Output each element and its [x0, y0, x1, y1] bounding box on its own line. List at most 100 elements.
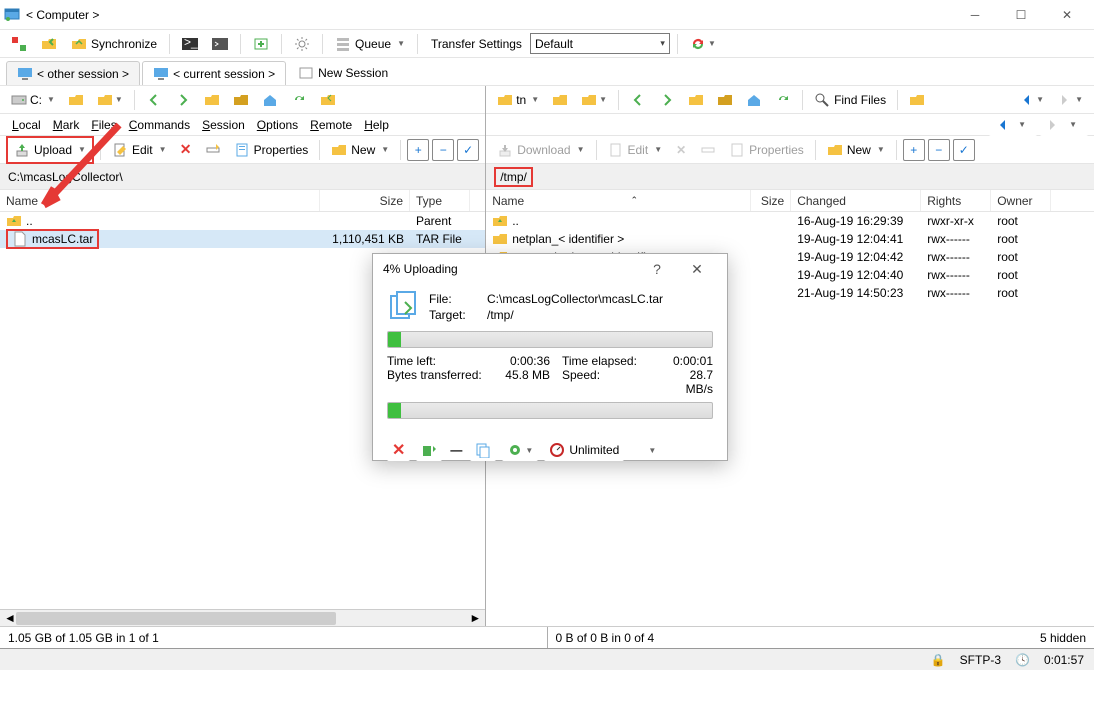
menu-mark[interactable]: Mark: [47, 116, 86, 134]
close-button[interactable]: ✕: [1044, 0, 1090, 30]
file-name: ..: [512, 214, 519, 228]
list-item[interactable]: ..16-Aug-19 16:29:39rwxr-xr-xroot: [486, 212, 1094, 230]
list-item[interactable]: netplan_< identifier >19-Aug-19 12:04:41…: [486, 230, 1094, 248]
plus-icon[interactable]: +: [407, 139, 429, 161]
download-button[interactable]: Download ▼: [492, 139, 589, 161]
file-owner: root: [991, 232, 1051, 246]
add-icon[interactable]: [248, 33, 274, 55]
next-dir-icon[interactable]: ▼: [1052, 89, 1088, 111]
rename-icon[interactable]: [200, 139, 226, 161]
remote-rename-icon[interactable]: [695, 139, 721, 161]
menu-help[interactable]: Help: [358, 116, 395, 134]
menu-files[interactable]: Files: [85, 116, 122, 134]
tab-other-session[interactable]: < other session >: [6, 61, 140, 85]
remote-refresh-icon[interactable]: [770, 89, 796, 111]
tab-current-session[interactable]: < current session >: [142, 61, 286, 85]
remote-select-icon[interactable]: ✓: [953, 139, 975, 161]
remote-properties-button[interactable]: Properties: [724, 139, 809, 161]
nav-back-icon[interactable]: ▼: [989, 114, 1037, 136]
refresh-icon[interactable]: ▼: [685, 33, 721, 55]
queue-button[interactable]: Queue ▼: [330, 33, 410, 55]
remote-history-icon[interactable]: ▼: [576, 89, 612, 111]
minimize-button[interactable]: ─: [952, 0, 998, 30]
speed-arrow[interactable]: ▼: [648, 446, 656, 455]
prev-dir-icon[interactable]: ▼: [1013, 89, 1049, 111]
remote-minus-icon[interactable]: −: [928, 139, 950, 161]
settings-icon[interactable]: [289, 33, 315, 55]
menu-session[interactable]: Session: [196, 116, 251, 134]
transfer-settings-select[interactable]: Default: [530, 33, 670, 54]
edit-button[interactable]: Edit ▼: [107, 139, 172, 161]
rcol-rights[interactable]: Rights: [921, 190, 991, 211]
synchronize-button[interactable]: Synchronize: [66, 33, 162, 55]
back-icon[interactable]: [141, 89, 167, 111]
list-item-parent[interactable]: .. Parent: [0, 212, 485, 230]
bookmark-icon[interactable]: [315, 89, 341, 111]
file-rights: rwx------: [921, 286, 991, 300]
remote-back-icon[interactable]: [625, 89, 651, 111]
terminal-icon[interactable]: [207, 33, 233, 55]
remote-forward-icon[interactable]: [654, 89, 680, 111]
menu-remote[interactable]: Remote: [304, 116, 358, 134]
parent-folder-icon[interactable]: ▼: [92, 89, 128, 111]
select-icon[interactable]: ✓: [457, 139, 479, 161]
synchronize-label: Synchronize: [91, 37, 157, 51]
app-icon: [4, 7, 20, 23]
copy-transfer-button[interactable]: [470, 439, 496, 461]
dialog-help-button[interactable]: ?: [637, 261, 677, 278]
remote-home-icon[interactable]: [741, 89, 767, 111]
delete-icon[interactable]: ✕: [175, 139, 197, 161]
remote-edit-button[interactable]: Edit ▼: [603, 139, 668, 161]
remote-drive-select[interactable]: tn ▼: [492, 89, 544, 111]
list-item-file[interactable]: mcasLC.tar 1,110,451 KB TAR File: [0, 230, 485, 248]
remote-plus-icon[interactable]: +: [903, 139, 925, 161]
sync-browse-icon[interactable]: [36, 33, 62, 55]
remote-root-icon[interactable]: [683, 89, 709, 111]
col-name[interactable]: Name: [0, 190, 320, 211]
download-icon: [497, 142, 513, 158]
nav-fwd-icon[interactable]: ▼: [1040, 114, 1088, 136]
transfer-settings-button[interactable]: ▼: [502, 439, 538, 461]
console-icon[interactable]: >_: [177, 33, 203, 55]
rcol-size[interactable]: Size: [751, 190, 791, 211]
menu-options[interactable]: Options: [251, 116, 304, 134]
local-path-bar[interactable]: C:\mcasLogCollector\: [0, 164, 485, 190]
menu-commands[interactable]: Commands: [123, 116, 196, 134]
remote-new-button[interactable]: New ▼: [822, 139, 890, 161]
local-scrollbar[interactable]: ◄►: [0, 609, 485, 626]
upload-button[interactable]: Upload ▼: [9, 139, 91, 161]
open-folder-icon[interactable]: [63, 89, 89, 111]
minus-icon[interactable]: −: [432, 139, 454, 161]
local-action-bar: Upload ▼ Edit ▼ ✕ Properties New ▼: [0, 136, 485, 164]
tab-new-session[interactable]: New Session: [288, 61, 398, 85]
rcol-name[interactable]: Name ⌃: [486, 190, 751, 211]
stopwatch-icon: 🕓: [1015, 653, 1030, 667]
maximize-button[interactable]: ☐: [998, 0, 1044, 30]
dialog-close-button[interactable]: ✕: [677, 261, 717, 278]
speed-limit-button[interactable]: Unlimited: [544, 439, 624, 461]
refresh-local-icon[interactable]: [286, 89, 312, 111]
remote-bookmark-icon[interactable]: [904, 89, 930, 111]
forward-icon[interactable]: [170, 89, 196, 111]
rcol-owner[interactable]: Owner: [991, 190, 1051, 211]
minimize-transfer-button[interactable]: [416, 439, 442, 461]
cancel-transfer-button[interactable]: ✕: [387, 439, 410, 461]
monitor-icon: [153, 66, 169, 82]
file-rights: rwx------: [921, 232, 991, 246]
home-folder-icon[interactable]: [228, 89, 254, 111]
new-button[interactable]: New ▼: [326, 139, 394, 161]
rcol-changed[interactable]: Changed: [791, 190, 921, 211]
properties-button[interactable]: Properties: [229, 139, 314, 161]
compare-icon[interactable]: [6, 33, 32, 55]
drive-select[interactable]: C: ▼: [6, 89, 60, 111]
remote-open-icon[interactable]: [547, 89, 573, 111]
remote-delete-icon[interactable]: ✕: [670, 139, 692, 161]
home-icon[interactable]: [257, 89, 283, 111]
find-files-button[interactable]: Find Files: [809, 89, 891, 111]
col-size[interactable]: Size: [320, 190, 410, 211]
menu-local[interactable]: Local: [6, 116, 47, 134]
remote-parent-icon[interactable]: [712, 89, 738, 111]
remote-path-bar[interactable]: /tmp/: [486, 164, 1094, 190]
root-folder-icon[interactable]: [199, 89, 225, 111]
col-type[interactable]: Type: [410, 190, 470, 211]
